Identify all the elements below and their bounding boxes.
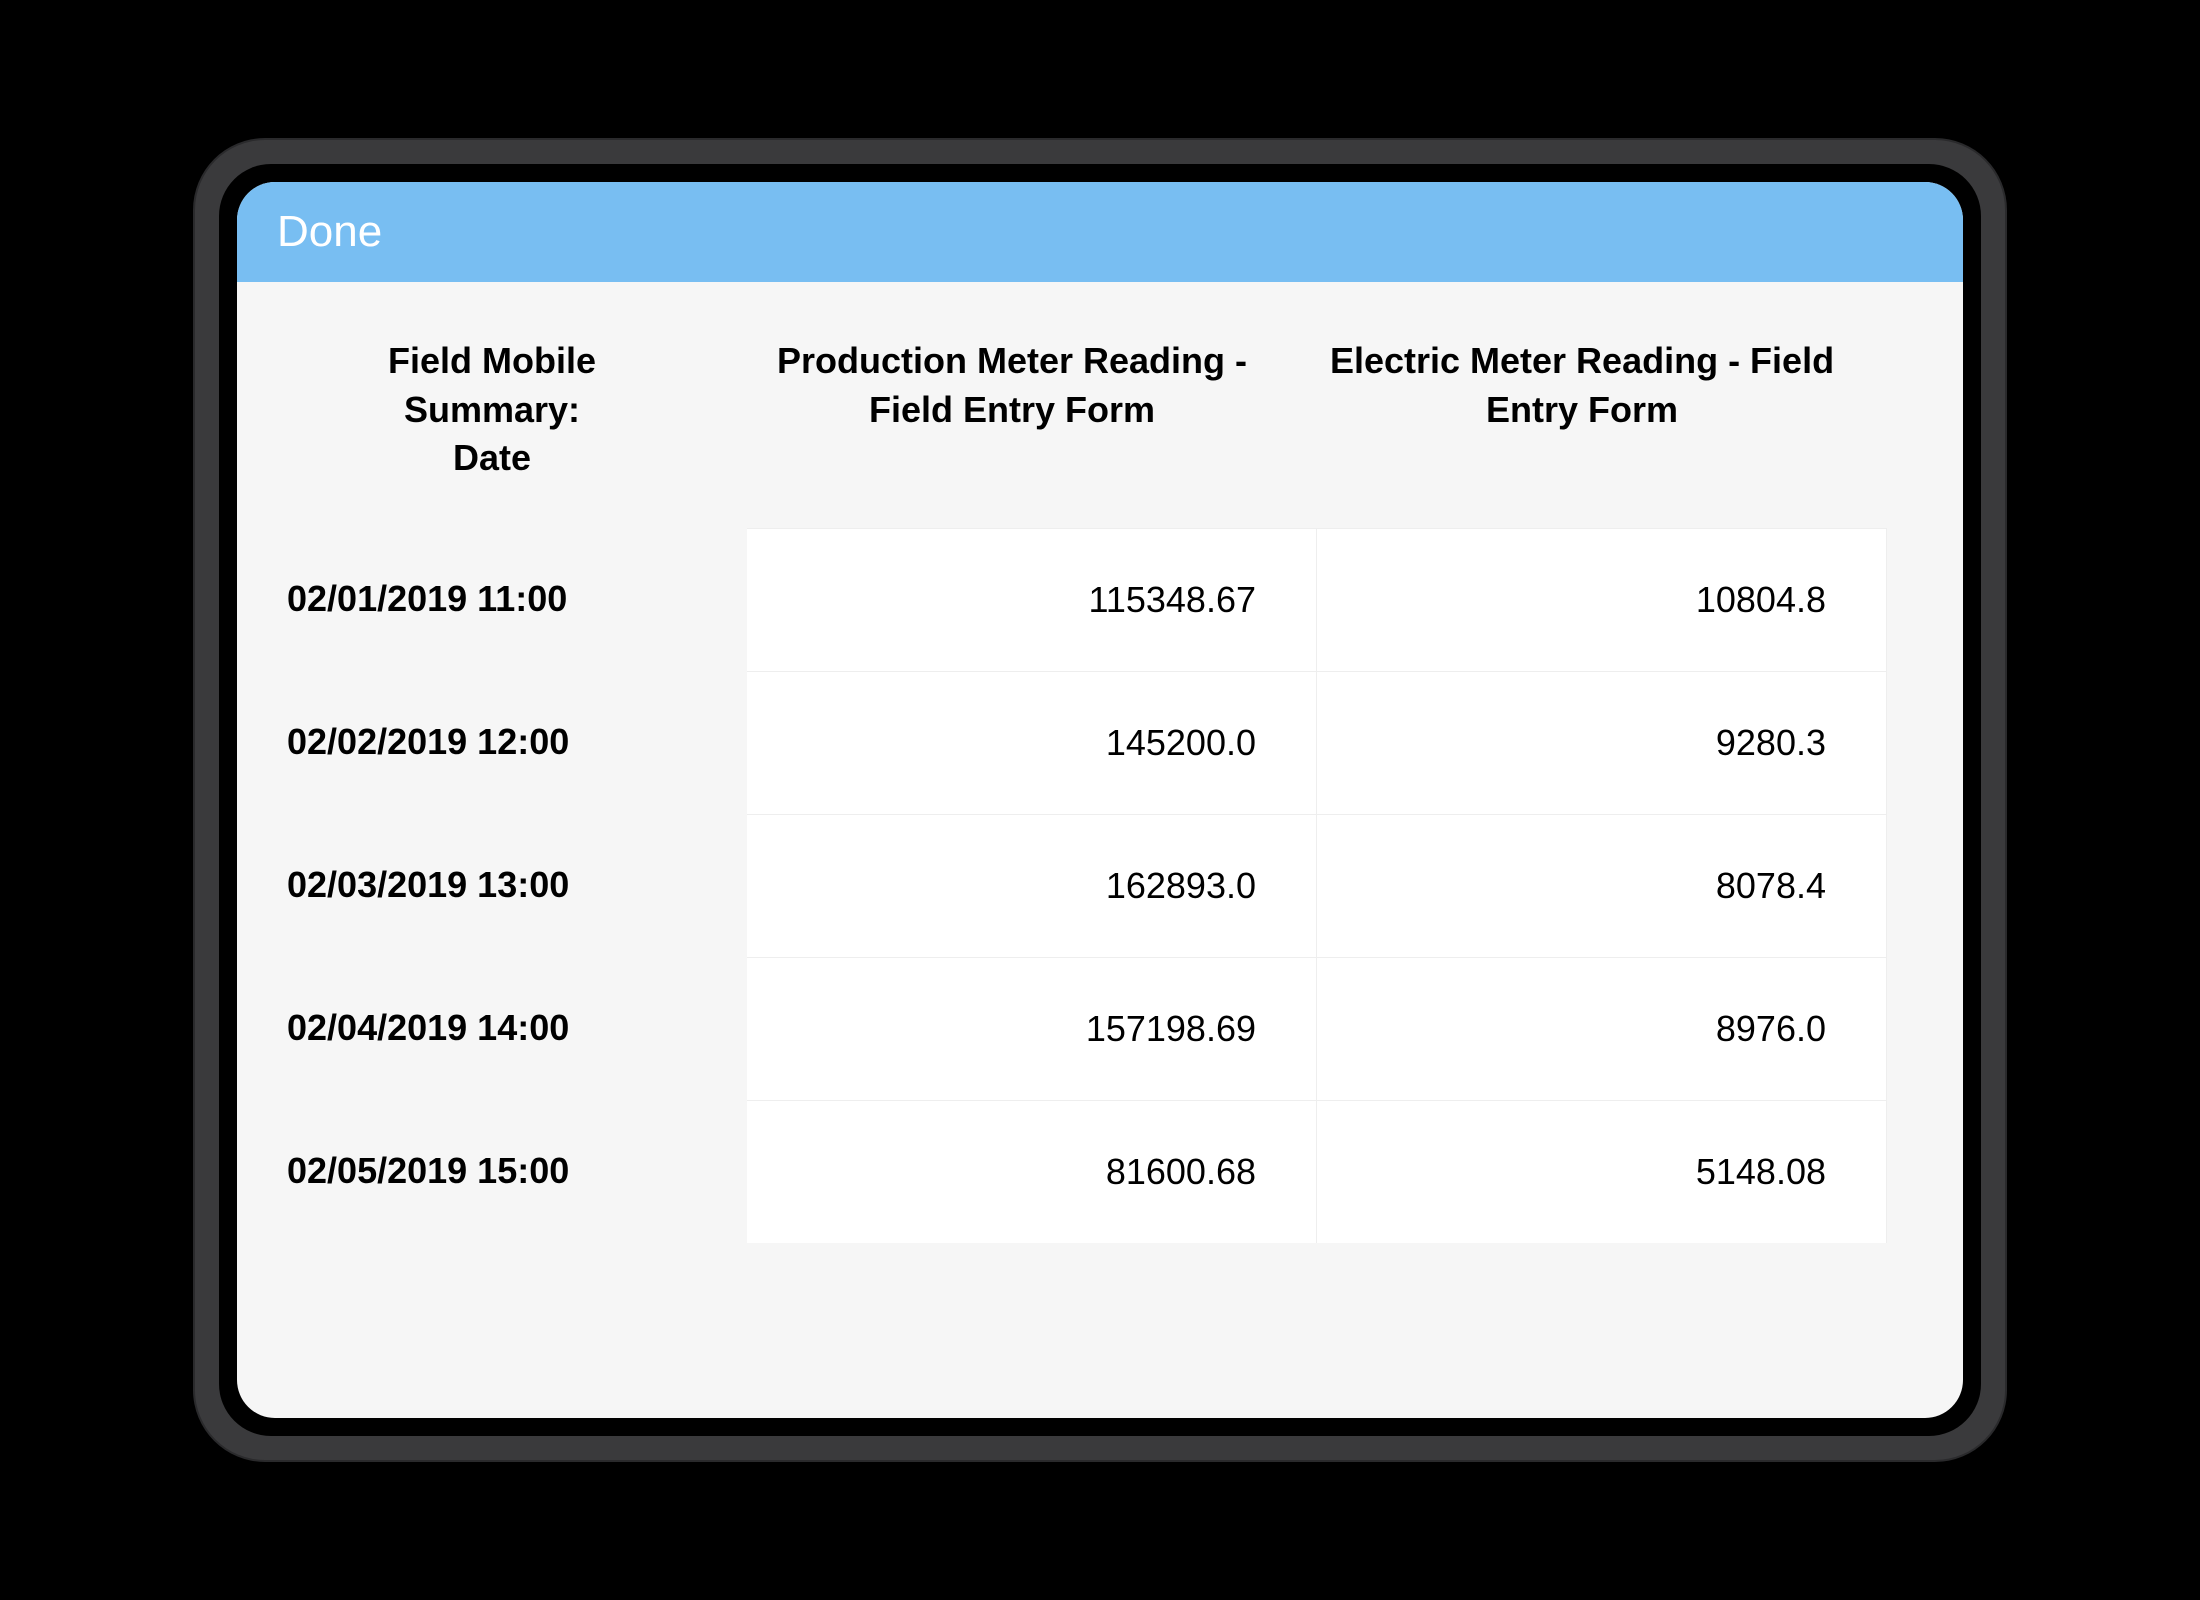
production-cell: 81600.68 bbox=[747, 1100, 1317, 1243]
production-cell: 162893.0 bbox=[747, 814, 1317, 957]
production-cell: 115348.67 bbox=[747, 528, 1317, 671]
electric-cell: 5148.08 bbox=[1317, 1100, 1887, 1243]
table-header-row: Field Mobile Summary: Date Production Me… bbox=[237, 282, 1963, 528]
electric-cell: 8078.4 bbox=[1317, 814, 1887, 957]
header-date-line2: Summary: bbox=[404, 389, 580, 430]
production-cell: 157198.69 bbox=[747, 957, 1317, 1100]
production-cell: 145200.0 bbox=[747, 671, 1317, 814]
table-row[interactable]: 02/05/2019 15:00 81600.68 5148.08 bbox=[237, 1100, 1963, 1243]
date-cell: 02/02/2019 12:00 bbox=[237, 671, 747, 814]
date-cell: 02/03/2019 13:00 bbox=[237, 814, 747, 957]
navigation-bar: Done bbox=[237, 182, 1963, 282]
done-button[interactable]: Done bbox=[277, 207, 382, 257]
date-cell: 02/01/2019 11:00 bbox=[237, 528, 747, 671]
date-cell: 02/05/2019 15:00 bbox=[237, 1100, 747, 1243]
tablet-device-frame: Done Field Mobile Summary: Date Producti… bbox=[195, 140, 2005, 1460]
header-date-line3: Date bbox=[453, 437, 531, 478]
table-body[interactable]: 02/01/2019 11:00 115348.67 10804.8 02/02… bbox=[237, 528, 1963, 1418]
table-row[interactable]: 02/03/2019 13:00 162893.0 8078.4 bbox=[237, 814, 1963, 957]
tablet-screen: Done Field Mobile Summary: Date Producti… bbox=[237, 182, 1963, 1418]
table-row[interactable]: 02/04/2019 14:00 157198.69 8976.0 bbox=[237, 957, 1963, 1100]
tablet-bezel: Done Field Mobile Summary: Date Producti… bbox=[219, 164, 1981, 1436]
date-cell: 02/04/2019 14:00 bbox=[237, 957, 747, 1100]
column-header-date: Field Mobile Summary: Date bbox=[267, 337, 717, 483]
table-content: Field Mobile Summary: Date Production Me… bbox=[237, 282, 1963, 1418]
column-header-production: Production Meter Reading - Field Entry F… bbox=[747, 337, 1277, 434]
electric-cell: 9280.3 bbox=[1317, 671, 1887, 814]
table-row[interactable]: 02/02/2019 12:00 145200.0 9280.3 bbox=[237, 671, 1963, 814]
column-header-electric: Electric Meter Reading - Field Entry For… bbox=[1317, 337, 1847, 434]
electric-cell: 8976.0 bbox=[1317, 957, 1887, 1100]
table-row[interactable]: 02/01/2019 11:00 115348.67 10804.8 bbox=[237, 528, 1963, 671]
electric-cell: 10804.8 bbox=[1317, 528, 1887, 671]
header-date-line1: Field Mobile bbox=[388, 340, 596, 381]
